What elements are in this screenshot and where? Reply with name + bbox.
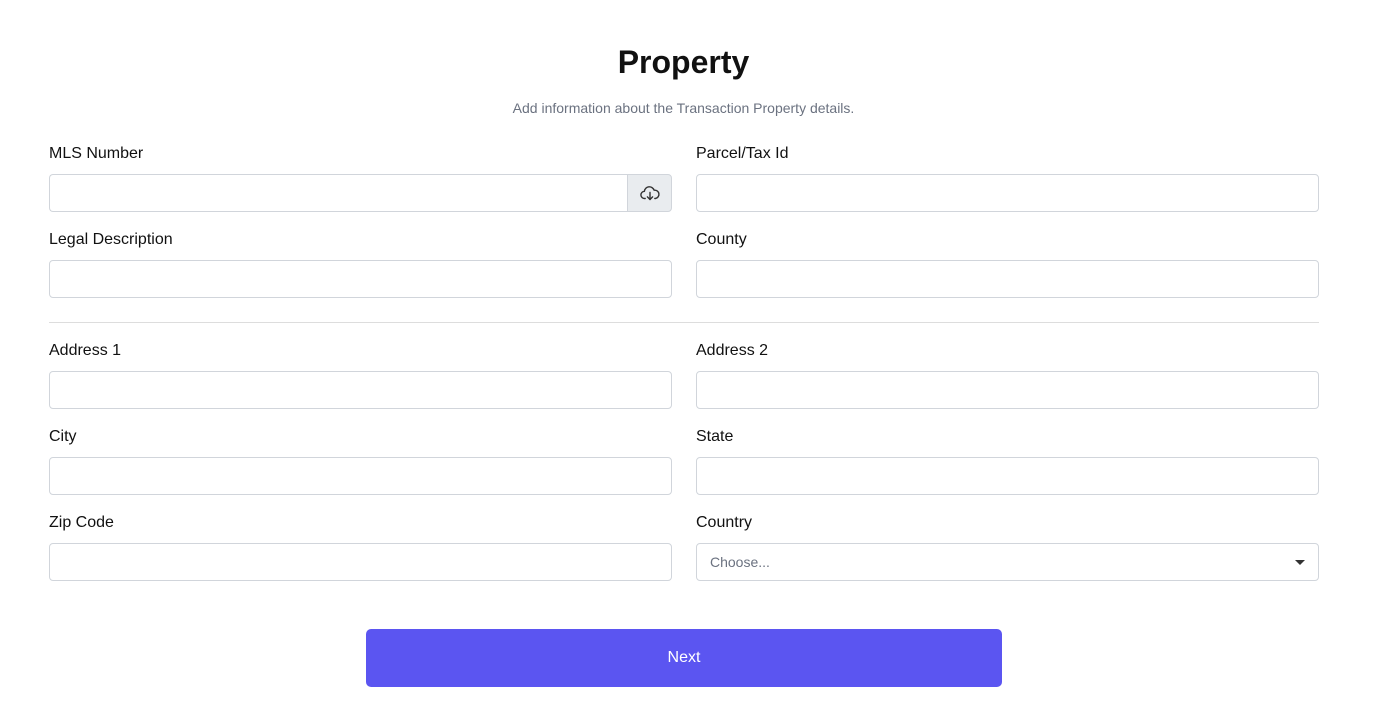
county-label: County (696, 231, 747, 248)
state-input[interactable] (696, 457, 1319, 495)
mls-number-input[interactable] (49, 174, 627, 212)
parcel-tax-id-label: Parcel/Tax Id (696, 145, 789, 162)
city-input[interactable] (49, 457, 672, 495)
address2-label: Address 2 (696, 342, 769, 359)
county-input[interactable] (696, 260, 1319, 298)
chevron-down-icon (1295, 559, 1305, 565)
city-label: City (49, 428, 77, 445)
next-button[interactable]: Next (366, 629, 1002, 687)
legal-description-label: Legal Description (49, 231, 173, 248)
mls-import-button[interactable] (627, 174, 672, 212)
section-divider (49, 322, 1319, 323)
legal-description-input[interactable] (49, 260, 672, 298)
address1-input[interactable] (49, 371, 672, 409)
mls-number-label: MLS Number (49, 145, 144, 162)
country-select-value: Choose... (710, 554, 770, 570)
country-label: Country (696, 514, 753, 531)
page-subtitle: Add information about the Transaction Pr… (512, 100, 855, 116)
country-select[interactable]: Choose... (696, 543, 1319, 581)
mls-number-group (49, 174, 672, 212)
state-label: State (696, 428, 734, 445)
address1-label: Address 1 (49, 342, 122, 359)
cloud-download-icon (639, 185, 660, 201)
zip-code-label: Zip Code (49, 514, 114, 531)
address2-input[interactable] (696, 371, 1319, 409)
parcel-tax-id-input[interactable] (696, 174, 1319, 212)
zip-code-input[interactable] (49, 543, 672, 581)
page-title: Property (617, 44, 750, 80)
